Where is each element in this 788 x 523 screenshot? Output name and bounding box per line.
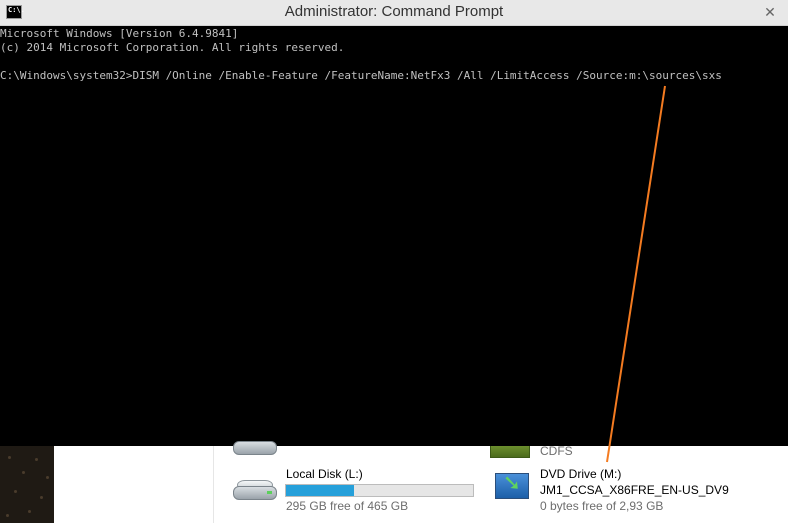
dvd-volume-label: JM1_CCSA_X86FRE_EN-US_DV9 [540,483,729,497]
local-disk-free-space: 295 GB free of 465 GB [286,499,409,513]
dvd-drive-icon[interactable]: ➘ [495,471,529,501]
cd-drive-icon [490,446,530,458]
cd-drive-filesystem: CDFS [540,444,573,458]
hard-disk-icon [233,441,279,459]
console-line: Microsoft Windows [Version 6.4.9841] [0,27,239,40]
wallpaper-thumbnail [0,446,54,523]
hard-disk-icon[interactable] [233,478,279,504]
console-line: (c) 2014 Microsoft Corporation. All righ… [0,41,345,54]
window-titlebar[interactable]: C:\. Administrator: Command Prompt ✕ [0,0,788,26]
console-command-line: C:\Windows\system32>DISM /Online /Enable… [0,69,722,82]
local-disk-capacity-bar [285,484,474,497]
capacity-bar-fill [286,485,355,496]
window-title: Administrator: Command Prompt [284,3,504,20]
local-disk-name[interactable]: Local Disk (L:) [286,467,363,481]
navigation-pane[interactable] [54,446,214,523]
close-button[interactable]: ✕ [760,2,780,22]
console-output[interactable]: Microsoft Windows [Version 6.4.9841] (c)… [0,26,788,446]
dvd-free-space: 0 bytes free of 2,93 GB [540,499,664,513]
dvd-drive-name[interactable]: DVD Drive (M:) [540,467,621,481]
